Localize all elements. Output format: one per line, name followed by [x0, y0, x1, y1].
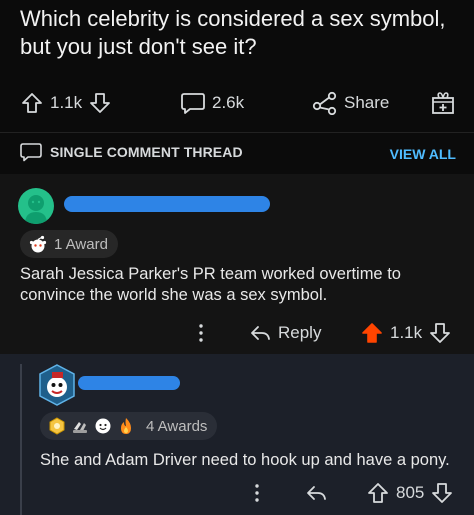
comment-actions: Reply 1.1k [0, 318, 474, 348]
downvote-arrow-icon[interactable] [88, 91, 112, 115]
share-label: Share [344, 93, 390, 112]
downvote-arrow-icon[interactable] [430, 481, 454, 505]
post-actions: 1.1k 2.6k Share [0, 88, 474, 118]
comment-actions: 805 [0, 478, 474, 508]
awards-count: 1 Award [54, 235, 108, 253]
cuphead-avatar-icon [39, 364, 75, 406]
vertical-dots-icon [255, 484, 259, 502]
comment-vote-group: 805 [366, 478, 454, 508]
upvote-arrow-icon[interactable] [20, 91, 44, 115]
comment-card: 1 Award Sarah Jessica Parker's PR team w… [0, 174, 474, 354]
downvote-arrow-icon[interactable] [428, 321, 452, 345]
snoo-award-icon [29, 235, 47, 253]
awards-pill[interactable]: 1 Award [20, 230, 118, 258]
gift-award-icon [432, 92, 454, 114]
reply-button[interactable] [304, 478, 328, 508]
comment-bubble-icon [181, 93, 205, 114]
upvote-arrow-icon[interactable] [366, 481, 390, 505]
thread-label: SINGLE COMMENT THREAD [50, 144, 243, 160]
reply-comment-card: 4 Awards She and Adam Driver need to hoo… [0, 354, 474, 515]
post-title: Which celebrity is considered a sex symb… [20, 6, 446, 59]
upvote-arrow-filled-icon[interactable] [360, 321, 384, 345]
redacted-username [64, 196, 270, 212]
fire-award-icon [121, 418, 131, 434]
award-button[interactable] [430, 88, 456, 118]
snoo-avatar-icon [25, 195, 47, 224]
thread-label-group: SINGLE COMMENT THREAD [20, 142, 243, 162]
awards-count: 4 Awards [146, 417, 208, 435]
post-vote-group: 1.1k [20, 88, 112, 118]
vertical-dots-icon [199, 324, 203, 342]
reply-arrow-icon [251, 326, 270, 340]
wholesome-face-award-icon [95, 418, 111, 434]
share-icon [312, 91, 337, 115]
gold-award-icon [49, 417, 65, 435]
post-header: Which celebrity is considered a sex symb… [0, 0, 474, 130]
awards-pill[interactable]: 4 Awards [40, 412, 218, 440]
comment-score: 805 [396, 483, 425, 502]
more-options-button[interactable] [252, 478, 262, 508]
single-comment-thread-bar: SINGLE COMMENT THREAD VIEW ALL [0, 132, 474, 172]
post-score: 1.1k [50, 93, 83, 112]
comments-button[interactable]: 2.6k [180, 88, 250, 118]
share-button[interactable]: Share [312, 88, 395, 118]
reply-label: Reply [278, 323, 322, 342]
reply-arrow-icon [307, 486, 326, 500]
comment-count: 2.6k [212, 93, 245, 112]
comment-body: Sarah Jessica Parker's PR team worked ov… [20, 265, 401, 304]
comment-bubble-icon [20, 143, 42, 162]
hands-award-icon [73, 422, 87, 433]
user-avatar[interactable] [38, 364, 76, 406]
comment-body: She and Adam Driver need to hook up and … [40, 451, 450, 469]
view-all-link[interactable]: VIEW ALL [390, 146, 456, 162]
user-avatar[interactable] [18, 188, 54, 224]
reply-button[interactable]: Reply [248, 318, 327, 348]
comment-vote-group: 1.1k [360, 318, 452, 348]
redacted-username [78, 376, 180, 390]
comment-score: 1.1k [390, 323, 423, 342]
more-options-button[interactable] [196, 318, 206, 348]
